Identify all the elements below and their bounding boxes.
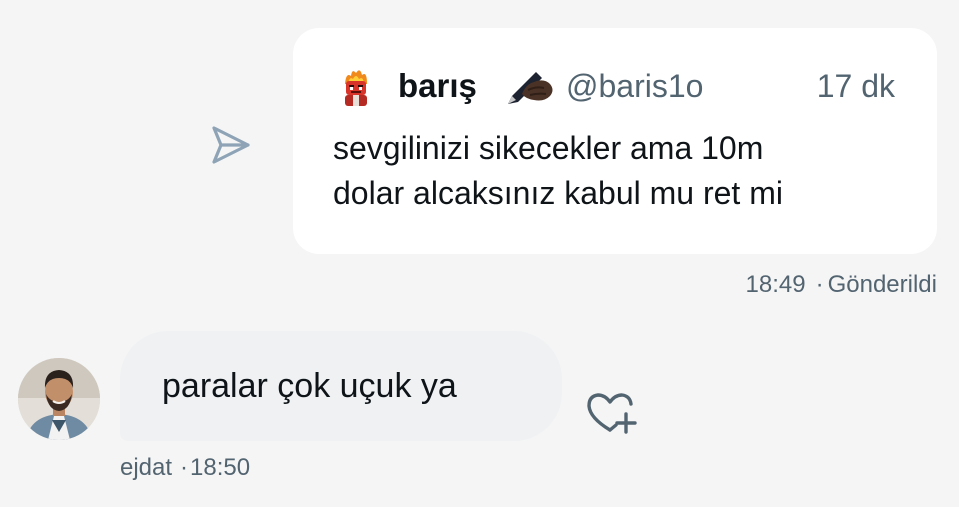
quoted-post-text-line: dolar alcaksınız kabul mu ret mi — [333, 175, 783, 211]
sent-message-time: 18:49 — [745, 271, 806, 298]
received-message-bubble[interactable]: paralar çok uçuk ya — [120, 331, 562, 441]
heart-plus-icon[interactable] — [584, 390, 640, 436]
received-message-text: paralar çok uçuk ya — [162, 367, 457, 405]
received-message-time: 18:50 — [190, 454, 251, 481]
quoted-post-avatar — [333, 64, 379, 110]
sender-name[interactable]: ejdat — [120, 454, 172, 481]
writing-hand-emoji-icon — [502, 64, 556, 108]
quoted-post-display-name[interactable]: barış — [398, 66, 477, 106]
quoted-post-handle[interactable]: @baris1o — [566, 66, 703, 106]
sent-message-status: Gönderildi — [827, 271, 937, 298]
meta-separator: · — [815, 271, 824, 298]
quoted-post-text: sevgilinizi sikecekler ama 10m dolar alc… — [333, 126, 913, 216]
meta-separator: · — [180, 454, 189, 481]
quoted-post-text-line: sevgilinizi sikecekler ama 10m — [333, 130, 764, 166]
sender-avatar[interactable] — [18, 358, 100, 440]
received-message-meta: ejdat ·18:50 — [120, 453, 250, 483]
sent-message-meta: 18:49 · Gönderildi — [746, 270, 937, 300]
send-arrow-icon[interactable] — [208, 124, 254, 166]
quoted-post-time: 17 dk — [816, 68, 895, 104]
quoted-post-card[interactable]: barış @baris1o 17 dk sevgilinizi sikecek… — [293, 28, 937, 254]
